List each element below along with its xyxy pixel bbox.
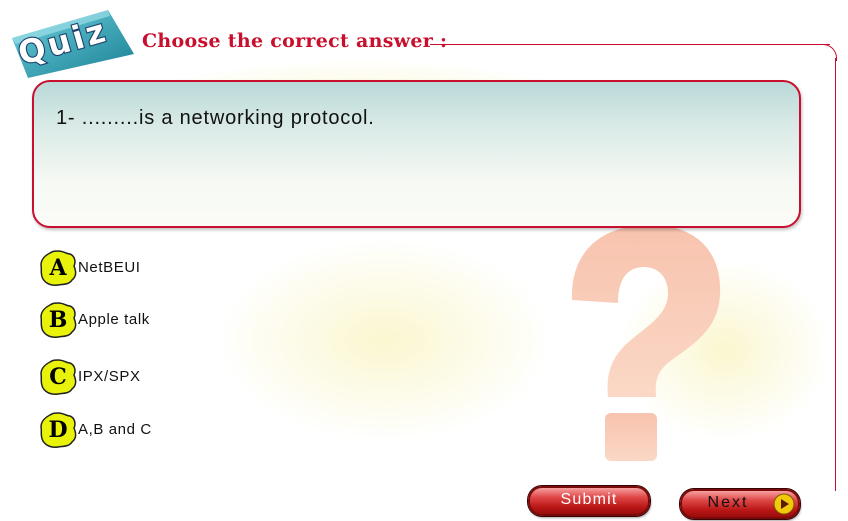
next-button-label: Next [707,494,749,511]
option-letter: D [48,417,68,443]
page-title: Choose the correct answer : [142,30,448,52]
play-arrow-icon [773,493,795,515]
submit-button[interactable]: Submit [528,486,650,516]
question-mark-icon [571,224,721,461]
option-b[interactable]: B Apple talk [38,300,238,340]
option-letter: C [49,364,67,390]
option-label: Apple talk [78,311,150,328]
next-button[interactable]: Next [680,489,800,519]
submit-button-label: Submit [560,491,618,508]
question-text: 1- .........is a networking protocol. [56,107,375,129]
option-label: A,B and C [78,421,152,438]
frame-line [430,44,830,45]
option-d[interactable]: D A,B and C [38,410,238,450]
option-label: NetBEUI [78,259,141,276]
option-a[interactable]: A NetBEUI [38,248,238,288]
quiz-logo: Quiz [12,10,134,78]
option-letter: B [48,307,68,333]
background-glow [220,240,550,440]
option-letter: A [49,255,67,281]
option-c[interactable]: C IPX/SPX [38,357,238,397]
frame-line [835,58,836,491]
option-label: IPX/SPX [78,368,141,385]
question-box: 1- .........is a networking protocol. [32,80,801,228]
